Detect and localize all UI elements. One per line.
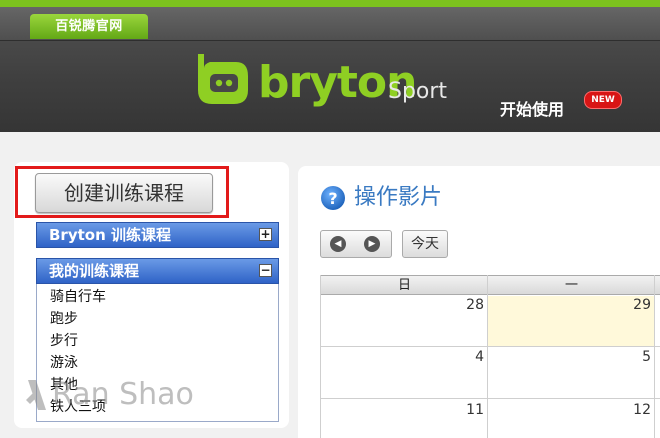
video-tutorial-title[interactable]: 操作影片 (354, 184, 442, 212)
expand-icon[interactable]: + (259, 228, 272, 241)
calendar-day[interactable]: 29 (611, 296, 651, 314)
weekday-mon: 一 (564, 278, 578, 293)
list-item-walking[interactable]: 步行 (50, 331, 78, 351)
collapse-icon[interactable]: − (259, 264, 272, 277)
calendar-day[interactable]: 11 (444, 401, 484, 419)
start-using-link[interactable]: 开始使用 (500, 98, 564, 122)
new-badge: NEW (584, 91, 622, 109)
calendar-day[interactable]: 4 (444, 348, 484, 366)
calendar-grid-line (320, 398, 660, 399)
bryton-logo-icon (198, 54, 248, 104)
calendar-day[interactable]: 5 (611, 348, 651, 366)
weekday-sun: 日 (397, 278, 411, 293)
list-item-cycling[interactable]: 骑自行车 (50, 287, 106, 307)
calendar-day[interactable]: 12 (611, 401, 651, 419)
svg-text:?: ? (328, 189, 337, 208)
calendar-grid-line (654, 275, 655, 438)
list-item-swimming[interactable]: 游泳 (50, 353, 78, 373)
calendar-header: 日 一 (320, 275, 660, 295)
chevron-left-icon[interactable]: ◀ (330, 236, 346, 252)
bryton-courses-header[interactable]: Bryton 训练课程 + (36, 222, 279, 248)
today-button[interactable]: 今天 (402, 230, 448, 258)
official-site-tab[interactable]: 百锐腾官网 (30, 14, 148, 39)
help-icon[interactable]: ? (320, 185, 346, 211)
calendar-grid-line (320, 346, 660, 347)
calendar-grid-line (487, 275, 488, 438)
calendar-nav: ◀ ▶ (320, 230, 392, 258)
chevron-right-icon[interactable]: ▶ (364, 236, 380, 252)
my-courses-header[interactable]: 我的训练课程 − (36, 258, 279, 284)
my-courses-label: 我的训练课程 (49, 262, 140, 280)
brand-suffix: Sport (388, 79, 448, 104)
watermark-logo-icon (26, 380, 46, 410)
bryton-courses-label: Bryton 训练课程 (49, 226, 171, 244)
calendar-day[interactable]: 28 (444, 296, 484, 314)
watermark-text: Ran Shao (52, 377, 194, 412)
list-item-running[interactable]: 跑步 (50, 309, 78, 329)
header-accent-line (0, 0, 660, 7)
highlight-annotation (15, 166, 229, 218)
site-header: 百锐腾官网 bryton Sport 开始使用 NEW (0, 0, 660, 132)
calendar-grid-line (320, 275, 321, 438)
